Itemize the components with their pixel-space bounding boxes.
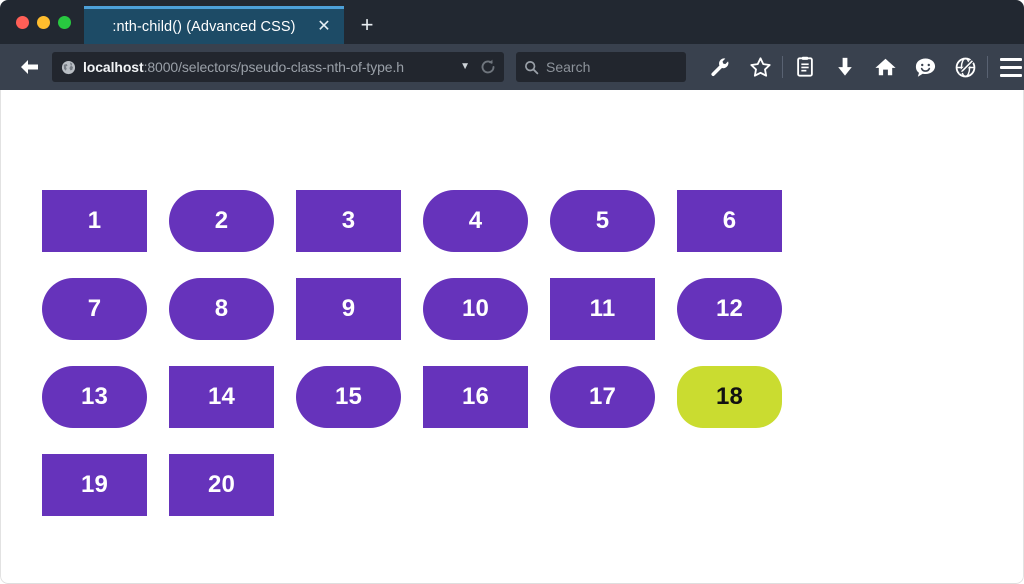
navigation-toolbar: localhost:8000/selectors/pseudo-class-nt… bbox=[0, 44, 1024, 90]
tab-title: :nth-child() (Advanced CSS) bbox=[112, 18, 296, 35]
url-host: localhost bbox=[83, 59, 144, 75]
shape-item: 16 bbox=[423, 366, 528, 428]
shape-item: 8 bbox=[169, 278, 274, 340]
smiley-chat-icon[interactable] bbox=[905, 50, 945, 84]
search-bar[interactable]: Search bbox=[516, 52, 686, 82]
url-path: :8000/selectors/pseudo-class-nth-of-type… bbox=[143, 59, 404, 75]
shape-item: 15 bbox=[296, 366, 401, 428]
back-button[interactable] bbox=[12, 50, 46, 84]
pocket-globe-icon[interactable] bbox=[945, 50, 985, 84]
tab-close-icon[interactable]: ✕ bbox=[314, 17, 334, 37]
shape-item: 19 bbox=[42, 454, 147, 516]
reader-icon[interactable] bbox=[785, 50, 825, 84]
address-bar[interactable]: localhost:8000/selectors/pseudo-class-nt… bbox=[52, 52, 504, 82]
shape-item: 9 bbox=[296, 278, 401, 340]
browser-window: :nth-child() (Advanced CSS) ✕ + localhos… bbox=[0, 0, 1024, 584]
wrench-icon[interactable] bbox=[700, 50, 740, 84]
shape-item: 10 bbox=[423, 278, 528, 340]
new-tab-button[interactable]: + bbox=[344, 6, 390, 44]
hamburger-bar-1 bbox=[1000, 57, 1022, 61]
shape-item: 11 bbox=[550, 278, 655, 340]
tab-strip: :nth-child() (Advanced CSS) ✕ + bbox=[0, 0, 1024, 44]
shape-item: 13 bbox=[42, 366, 147, 428]
toolbar-icon-group bbox=[700, 50, 1024, 84]
shape-item: 3 bbox=[296, 190, 401, 252]
url-text: localhost:8000/selectors/pseudo-class-nt… bbox=[83, 59, 451, 75]
search-icon bbox=[525, 60, 539, 74]
tab-active[interactable]: :nth-child() (Advanced CSS) ✕ bbox=[84, 6, 344, 44]
window-close-button[interactable] bbox=[16, 15, 29, 29]
shape-item: 4 bbox=[423, 190, 528, 252]
shape-item: 1 bbox=[42, 190, 147, 252]
hamburger-menu-icon[interactable] bbox=[990, 50, 1024, 84]
home-icon[interactable] bbox=[865, 50, 905, 84]
hamburger-bar-3 bbox=[1000, 73, 1022, 77]
window-controls bbox=[0, 0, 84, 44]
toolbar-separator-2 bbox=[987, 56, 988, 78]
search-input[interactable]: Search bbox=[546, 59, 590, 75]
chevron-down-icon[interactable]: ▼ bbox=[458, 62, 472, 72]
shape-item: 14 bbox=[169, 366, 274, 428]
star-icon[interactable] bbox=[740, 50, 780, 84]
shape-item: 5 bbox=[550, 190, 655, 252]
page-viewport: 1 2 3 4 5 6 7 8 9 10 11 12 13 14 15 16 17 18 19 20 bbox=[0, 90, 1024, 584]
toolbar-separator bbox=[782, 56, 783, 78]
hamburger-bar-2 bbox=[1000, 65, 1022, 69]
shape-item: 6 bbox=[677, 190, 782, 252]
shape-item: 2 bbox=[169, 190, 274, 252]
shape-item: 20 bbox=[169, 454, 274, 516]
shape-item: 18 bbox=[677, 366, 782, 428]
shape-item: 7 bbox=[42, 278, 147, 340]
shape-grid: 1 2 3 4 5 6 7 8 9 10 11 12 13 14 15 16 17 18 19 20 bbox=[1, 90, 921, 542]
download-icon[interactable] bbox=[825, 50, 865, 84]
shape-item: 17 bbox=[550, 366, 655, 428]
globe-icon bbox=[61, 60, 76, 74]
shape-item: 12 bbox=[677, 278, 782, 340]
window-minimize-button[interactable] bbox=[37, 15, 50, 29]
window-maximize-button[interactable] bbox=[58, 15, 71, 29]
reload-icon bbox=[481, 59, 495, 74]
